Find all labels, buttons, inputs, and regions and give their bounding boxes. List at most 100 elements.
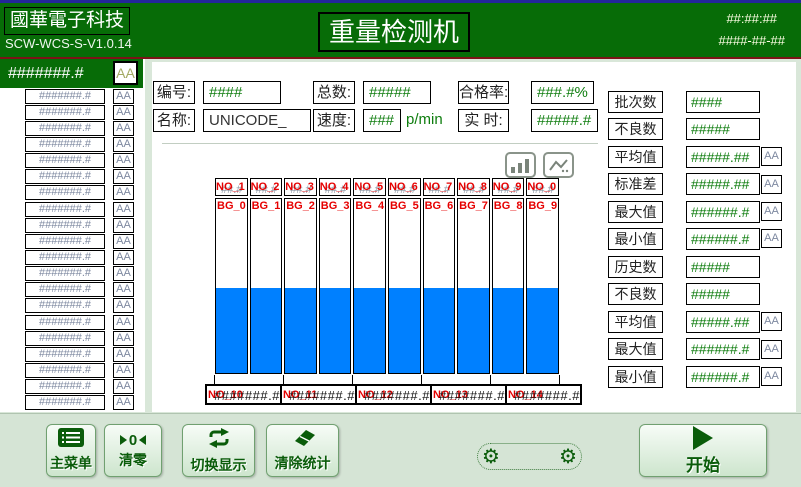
weight-value: #######.# xyxy=(25,266,105,281)
chart-column: ##.# NO_3 BG_2 xyxy=(283,178,318,374)
realtime-weight-field: #####.# xyxy=(531,109,598,132)
column-bg-label: BG_3 xyxy=(321,200,350,212)
grade-value: AA xyxy=(113,379,134,394)
name-field[interactable]: UNICODE_ xyxy=(203,109,311,132)
weight-value: #######.# xyxy=(25,121,105,136)
weight-value: #######.# xyxy=(25,298,105,313)
stat-label: 平均值 xyxy=(608,311,663,333)
history-stats-panel: 历史数 ##### 不良数 ##### 平均值 #####.## AA 最大值 … xyxy=(608,256,800,393)
column-no-label: NO_6 xyxy=(389,181,418,193)
stat-grade-badge: AA xyxy=(761,340,782,359)
stat-grade-badge: AA xyxy=(761,175,782,194)
gear-icon: ⚙ xyxy=(559,444,577,469)
bar-chart-icon[interactable] xyxy=(505,152,536,178)
stat-label: 平均值 xyxy=(608,146,663,168)
column-bg-label: BG_2 xyxy=(286,200,315,212)
id-field[interactable]: #### xyxy=(203,81,281,104)
weight-value: #######.# xyxy=(25,282,105,297)
zero-button[interactable]: 0 清零 xyxy=(104,424,162,477)
stat-value: ##### xyxy=(686,256,760,278)
chart-column: ##.# NO_4 BG_3 xyxy=(318,178,353,374)
button-label: 主菜单 xyxy=(50,453,92,473)
list-item: #######.# AA xyxy=(0,88,145,104)
weight-value: #######.# xyxy=(25,315,105,330)
start-button[interactable]: 开始 xyxy=(639,424,767,477)
grade-value: AA xyxy=(113,395,134,410)
weight-value: #######.# xyxy=(25,363,105,378)
grade-value: AA xyxy=(113,89,134,104)
stat-row: 批次数 #### xyxy=(608,91,800,113)
header: 國華電子科技 SCW-WCS-S-V1.0.14 重量检测机 ##:##:## … xyxy=(0,0,801,59)
bar-fill xyxy=(216,288,247,373)
weight-value: #######.# xyxy=(25,395,105,410)
column-bar: BG_9 xyxy=(526,198,559,374)
weight-value: #######.# xyxy=(25,185,105,200)
column-header: ##.# NO_5 xyxy=(353,178,386,196)
grade-value: AA xyxy=(113,315,134,330)
company-name: 國華電子科技 xyxy=(4,7,130,35)
chart-column: ##.# NO_0 BG_9 xyxy=(525,178,560,374)
column-header: ##.# NO_2 xyxy=(250,178,283,196)
button-label: 清除统计 xyxy=(275,453,331,473)
stat-value: ######.# xyxy=(686,228,760,250)
column-bg-label: BG_4 xyxy=(355,200,384,212)
switch-display-button[interactable]: 切换显示 xyxy=(182,424,255,477)
column-bar: BG_5 xyxy=(388,198,421,374)
column-bar: BG_3 xyxy=(319,198,352,374)
total-count-field: ##### xyxy=(363,81,431,104)
version-label: SCW-WCS-S-V1.0.14 xyxy=(5,36,132,51)
stat-label: 不良数 xyxy=(608,283,663,305)
list-item: #######.# AA xyxy=(0,266,145,282)
footer-value: #######.# xyxy=(289,388,355,403)
stat-row: 标准差 #####.## AA xyxy=(608,173,800,195)
list-item: #######.# AA xyxy=(0,346,145,362)
grade-value: AA xyxy=(113,298,134,313)
weight-value: #######.# xyxy=(25,105,105,120)
column-bg-label: BG_6 xyxy=(425,200,454,212)
clear-stats-button[interactable]: 清除统计 xyxy=(266,424,339,477)
time-text: ##:##:## xyxy=(719,8,786,30)
stat-label: 最小值 xyxy=(608,366,663,388)
stat-label: 最大值 xyxy=(608,338,663,360)
menu-icon xyxy=(58,428,84,452)
list-item: #######.# AA xyxy=(0,395,145,411)
chart-column: ##.# NO_6 BG_5 xyxy=(387,178,422,374)
speed-field[interactable]: ### xyxy=(363,109,401,132)
footer-value: #######.# xyxy=(364,388,430,403)
page-title: 重量检测机 xyxy=(318,12,470,52)
pass-rate-label: 合格率: xyxy=(458,81,509,104)
gear-icon: ⚙ xyxy=(482,444,500,469)
list-item: #######.# AA xyxy=(0,330,145,346)
grade-value: AA xyxy=(113,250,134,265)
stat-value: #### xyxy=(686,91,760,113)
play-icon xyxy=(693,426,713,450)
button-label: 切换显示 xyxy=(191,455,247,475)
main-menu-button[interactable]: 主菜单 xyxy=(46,424,96,477)
column-header: ##.# NO_6 xyxy=(388,178,421,196)
date-text: ####-##-## xyxy=(719,30,786,52)
weight-value: #######.# xyxy=(25,331,105,346)
stat-row: 最小值 ######.# AA xyxy=(608,228,800,250)
clock: ##:##:## ####-##-## xyxy=(719,8,786,52)
chart-column: ##.# NO_1 BG_0 xyxy=(214,178,249,374)
conveyor-indicator: ⚙ ⚙ xyxy=(477,443,582,470)
total-label: 总数: xyxy=(313,81,355,104)
footer-cell: NO_13 #######.# xyxy=(430,384,507,405)
bar-fill xyxy=(354,288,385,373)
bar-fill xyxy=(389,288,420,373)
column-header: ##.# NO_0 xyxy=(526,178,559,196)
column-header: ##.# NO_8 xyxy=(457,178,490,196)
stat-value: ######.# xyxy=(686,338,760,360)
weight-value: #######.# xyxy=(25,218,105,233)
speed-unit: p/min xyxy=(406,111,443,128)
line-chart-icon[interactable] xyxy=(543,152,574,178)
stat-label: 最小值 xyxy=(608,228,663,250)
list-item: #######.# AA xyxy=(0,298,145,314)
batch-stats-panel: 批次数 #### 不良数 ##### 平均值 #####.## AA 标准差 #… xyxy=(608,91,800,255)
zero-icon: 0 xyxy=(120,431,146,449)
grade-value: AA xyxy=(113,234,134,249)
bar-fill xyxy=(527,288,558,373)
stat-grade-badge: AA xyxy=(761,147,782,166)
column-header: ##.# NO_3 xyxy=(284,178,317,196)
chart-column: ##.# NO_2 BG_1 xyxy=(249,178,284,374)
